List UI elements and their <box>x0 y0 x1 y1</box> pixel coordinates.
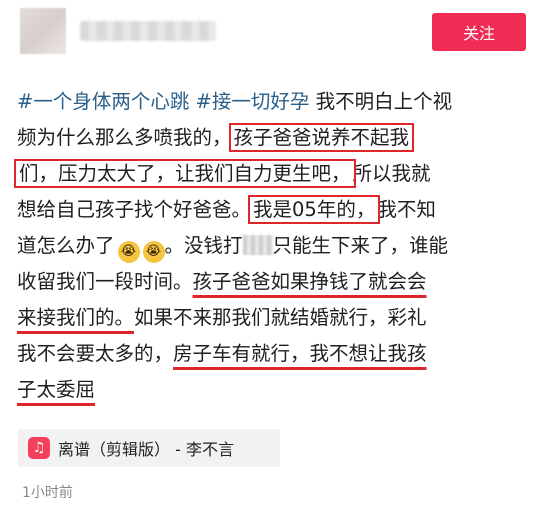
post-line: 们，压力太大了，让我们自力更生吧， 所以我就 <box>14 156 517 192</box>
post-text-segment: 如果不来那我们就结婚就行，彩礼 <box>134 306 427 329</box>
post-line: 收留我们一段时间。孩子爸爸如果挣钱了就会会 <box>17 264 517 300</box>
highlight-box: 孩子爸爸说养不起我 <box>228 123 415 152</box>
underlined-text: 来接我们的。 <box>17 306 135 329</box>
music-title: 离谱（剪辑版） - 李不言 <box>58 440 234 459</box>
post-text-segment: 道怎么办了 <box>17 234 115 257</box>
follow-button[interactable]: 关注 <box>432 13 526 51</box>
post-text-segment: 我不会要太多的， <box>17 342 174 365</box>
hashtag-link[interactable]: #一个身体两个心跳 #接一切好孕 <box>17 90 309 113</box>
blurred-text <box>242 235 273 255</box>
post-text-segment: 想给自己孩子找个好爸爸。 <box>17 198 252 221</box>
post-text: #一个身体两个心跳 #接一切好孕 我不明白上个视 频为什么那么多喷我的， 孩子爸爸… <box>14 84 517 408</box>
post-line: 来接我们的。如果不来那我们就结婚就行，彩礼 <box>17 300 517 336</box>
username-blurred[interactable] <box>80 21 216 41</box>
post-text-segment: 我不知 <box>377 198 436 221</box>
post-line: 想给自己孩子找个好爸爸。 我是05年的， 我不知 <box>17 192 517 228</box>
timestamp: 1小时前 <box>22 485 73 501</box>
crying-emoji-icon: 😭 <box>142 241 165 263</box>
post-line: 我不会要太多的，房子车有就行，我不想让我孩 <box>17 336 517 372</box>
post-line: 频为什么那么多喷我的， 孩子爸爸说养不起我 <box>17 120 517 156</box>
underlined-text: 子太委屈 <box>17 378 96 401</box>
post-text-segment: 收留我们一段时间。 <box>17 270 193 293</box>
underlined-text: 孩子爸爸如果挣钱了就会会 <box>192 270 427 293</box>
post-text-segment: 。没钱打 <box>164 234 243 257</box>
post-line: 道怎么办了 😭 😭 。没钱打 只能生下来了，谁能 <box>17 228 517 264</box>
highlight-box: 们，压力太大了，让我们自力更生吧， <box>14 159 356 188</box>
underlined-text: 房子车有就行，我不想让我孩 <box>173 342 427 365</box>
crying-emoji-icon: 😭 <box>117 241 140 263</box>
music-note-icon: ♫ <box>28 437 50 459</box>
post-text-segment: 所以我就 <box>352 162 431 185</box>
avatar[interactable] <box>20 8 66 54</box>
music-tag[interactable]: ♫ 离谱（剪辑版） - 李不言 <box>18 429 280 467</box>
post-text-segment: 只能生下来了，谁能 <box>272 234 449 257</box>
post-text-segment: 频为什么那么多喷我的， <box>17 126 232 149</box>
post-line: #一个身体两个心跳 #接一切好孕 我不明白上个视 <box>17 84 517 120</box>
highlight-box: 我是05年的， <box>248 195 381 224</box>
post-text-segment: 我不明白上个视 <box>309 90 453 113</box>
post-line: 子太委屈 <box>17 372 517 408</box>
